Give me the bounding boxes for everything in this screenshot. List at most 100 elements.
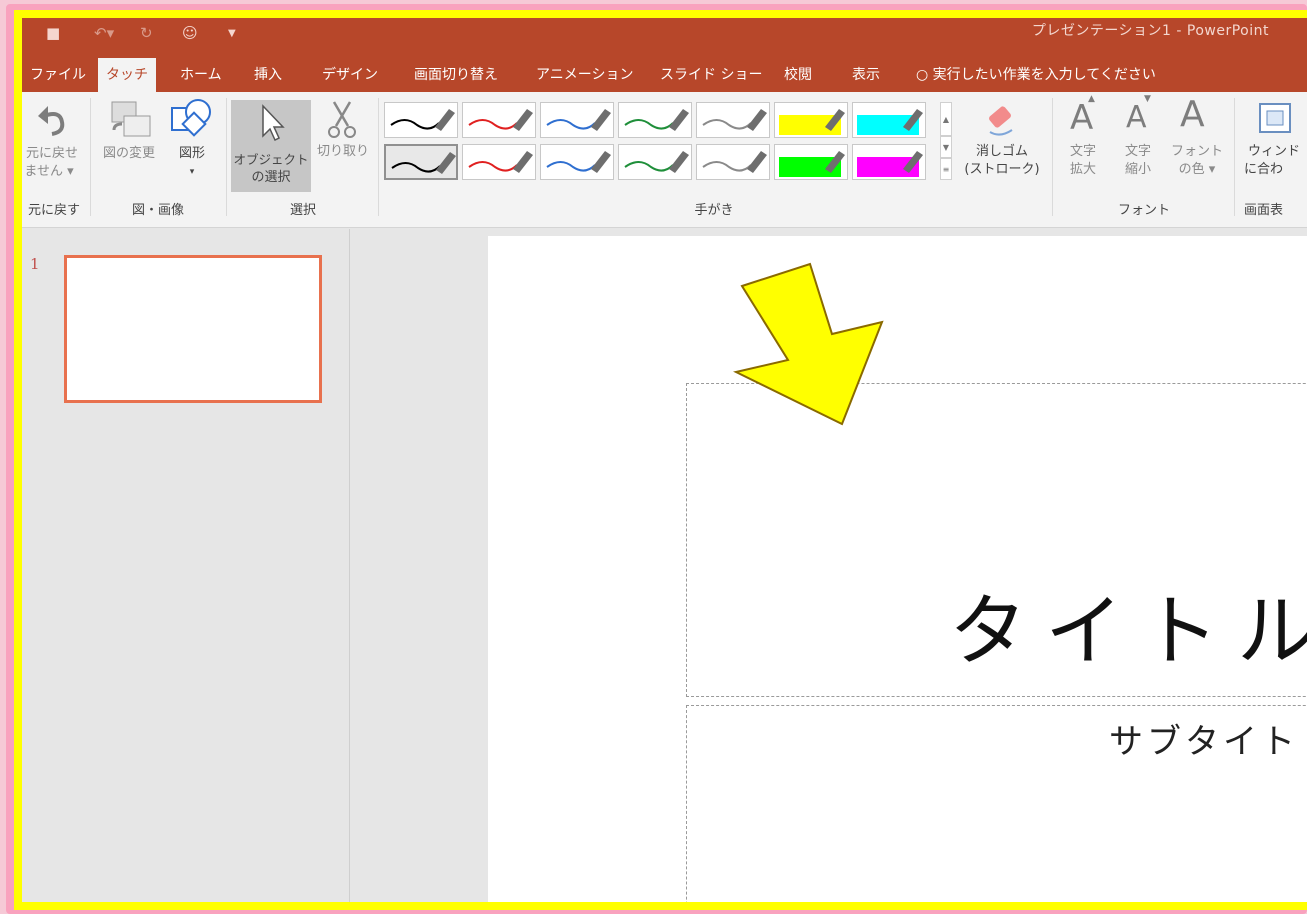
pen-icon bbox=[546, 109, 611, 131]
slide-number: 1 bbox=[30, 255, 40, 273]
title-bar: ■ ↶▾ ↻ ☺ ▼ プレゼンテーション1 - PowerPoint bbox=[22, 18, 1307, 58]
pen-icon bbox=[546, 151, 611, 173]
customize-qat-icon[interactable]: ▼ bbox=[228, 28, 236, 39]
pen-swatch[interactable] bbox=[618, 144, 692, 180]
shrink-font-label-2: 縮小 bbox=[1124, 162, 1151, 177]
grow-font-label-1: 文字 bbox=[1069, 144, 1096, 159]
tab-transitions[interactable]: 画面切り替え bbox=[406, 58, 506, 92]
pen-swatch[interactable] bbox=[618, 102, 692, 138]
select-objects-button[interactable]: オブジェクト の選択 bbox=[231, 100, 311, 192]
fit-window-icon bbox=[1259, 103, 1291, 133]
tell-me-box[interactable]: ○ 実行したい作業を入力してください bbox=[916, 58, 1156, 92]
tell-me-text: 実行したい作業を入力してください bbox=[932, 67, 1156, 83]
powerpoint-window: ■ ↶▾ ↻ ☺ ▼ プレゼンテーション1 - PowerPoint ファイル … bbox=[14, 10, 1307, 910]
separator bbox=[226, 98, 227, 216]
highlighter-swatch[interactable] bbox=[774, 144, 848, 180]
pen-icon bbox=[390, 109, 455, 131]
pen-swatch[interactable] bbox=[462, 102, 536, 138]
highlighter-icon bbox=[779, 151, 845, 177]
pen-icon bbox=[702, 151, 767, 173]
undo-arrow-icon bbox=[38, 106, 65, 136]
redo-icon[interactable]: ↻ bbox=[140, 24, 153, 42]
grow-font-button[interactable]: A ▲ 文字 拡大 bbox=[1058, 92, 1108, 192]
group-label-font: フォント bbox=[1117, 203, 1170, 218]
pen-swatch[interactable] bbox=[462, 144, 536, 180]
change-picture-button[interactable]: 図の変更 bbox=[94, 92, 164, 192]
tab-design[interactable]: デザイン bbox=[314, 58, 386, 92]
annotation-arrow-icon bbox=[733, 262, 884, 426]
tab-review[interactable]: 校閲 bbox=[776, 58, 820, 92]
slide-thumbnail-panel: 1 bbox=[22, 229, 350, 902]
shrink-font-label-1: 文字 bbox=[1124, 144, 1151, 159]
eraser-icon bbox=[989, 106, 1013, 136]
shrink-arrow-icon: ▼ bbox=[1144, 94, 1151, 104]
screenshot-frame: ■ ↶▾ ↻ ☺ ▼ プレゼンテーション1 - PowerPoint ファイル … bbox=[0, 0, 1307, 914]
tab-home[interactable]: ホーム bbox=[172, 58, 230, 92]
gallery-scroll-down-icon[interactable]: ▼ bbox=[940, 136, 952, 158]
fit-window-label-1: ウィンド bbox=[1248, 144, 1301, 159]
change-picture-label: 図の変更 bbox=[102, 146, 155, 161]
save-icon[interactable]: ■ bbox=[46, 24, 60, 42]
pointer-icon bbox=[262, 104, 285, 142]
tab-slideshow[interactable]: スライド ショー bbox=[652, 58, 770, 92]
highlighter-icon bbox=[857, 109, 923, 135]
eraser-stroke-button[interactable]: 消しゴム (ストローク) bbox=[958, 92, 1046, 192]
select-objects-label-2: の選択 bbox=[251, 170, 291, 185]
shapes-button[interactable]: 図形 ▾ bbox=[166, 92, 220, 192]
pen-icon bbox=[702, 109, 767, 131]
select-objects-label-1: オブジェクト bbox=[233, 152, 309, 167]
ribbon-tabs: ファイル タッチ ホーム 挿入 デザイン 画面切り替え アニメーション スライド… bbox=[22, 58, 1307, 94]
group-label-ink: 手がき bbox=[694, 203, 734, 218]
pen-icon bbox=[391, 152, 456, 174]
font-color-label-2: の色 ▾ bbox=[1178, 162, 1216, 177]
cut-button[interactable]: 切り取り bbox=[314, 92, 372, 192]
shapes-label: 図形 bbox=[178, 146, 205, 161]
tab-animations[interactable]: アニメーション bbox=[528, 58, 641, 92]
shrink-font-icon: A bbox=[1126, 100, 1147, 135]
pen-icon bbox=[468, 151, 533, 173]
pen-icon bbox=[468, 109, 533, 131]
highlighter-icon bbox=[857, 151, 923, 177]
shrink-font-button[interactable]: A ▼ 文字 縮小 bbox=[1112, 92, 1164, 192]
pen-icon bbox=[624, 151, 689, 173]
pen-swatch[interactable] bbox=[540, 144, 614, 180]
slide-subtitle: サブタイト bbox=[1109, 722, 1299, 762]
subtitle-placeholder[interactable]: サブタイト bbox=[686, 705, 1307, 902]
slide-title: タイトル bbox=[949, 587, 1307, 677]
shapes-dropdown-icon: ▾ bbox=[189, 167, 195, 177]
gallery-more-icon[interactable]: ≡ bbox=[940, 158, 952, 180]
tab-view[interactable]: 表示 bbox=[844, 58, 888, 92]
eraser-label-2: (ストローク) bbox=[964, 162, 1040, 177]
pen-swatch[interactable] bbox=[384, 144, 458, 180]
group-label-view: 画面表 bbox=[1244, 203, 1284, 218]
change-picture-icon bbox=[111, 101, 151, 137]
tab-file[interactable]: ファイル bbox=[22, 58, 94, 92]
font-color-button[interactable]: A フォント の色 ▾ bbox=[1166, 92, 1228, 192]
pen-swatch[interactable] bbox=[384, 102, 458, 138]
cut-label: 切り取り bbox=[316, 144, 369, 159]
grow-arrow-icon: ▲ bbox=[1088, 94, 1095, 104]
grow-font-label-2: 拡大 bbox=[1069, 162, 1096, 177]
highlighter-swatch[interactable] bbox=[852, 144, 926, 180]
undo-icon[interactable]: ↶▾ bbox=[94, 24, 114, 42]
fit-to-window-button[interactable]: ウィンド に合わ bbox=[1240, 92, 1307, 192]
pen-swatch[interactable] bbox=[696, 102, 770, 138]
presenter-icon[interactable]: ☺ bbox=[182, 24, 198, 42]
slide-thumbnail[interactable] bbox=[64, 255, 322, 403]
pen-swatch[interactable] bbox=[696, 144, 770, 180]
lightbulb-icon: ○ bbox=[916, 67, 929, 83]
highlighter-icon bbox=[779, 109, 845, 135]
pen-swatch[interactable] bbox=[540, 102, 614, 138]
highlighter-swatch[interactable] bbox=[774, 102, 848, 138]
gallery-scroll-up-icon[interactable]: ▲ bbox=[940, 102, 952, 136]
tab-insert[interactable]: 挿入 bbox=[246, 58, 290, 92]
undo-button[interactable]: 元に戻せ ません ▾ bbox=[22, 92, 88, 192]
separator bbox=[1052, 98, 1053, 216]
tab-touch[interactable]: タッチ bbox=[98, 58, 156, 94]
pen-icon bbox=[624, 109, 689, 131]
group-label-picture: 図・画像 bbox=[131, 203, 184, 218]
shapes-icon bbox=[171, 99, 211, 137]
grow-font-icon: A bbox=[1070, 98, 1094, 138]
eraser-label-1: 消しゴム bbox=[975, 144, 1028, 159]
highlighter-swatch[interactable] bbox=[852, 102, 926, 138]
